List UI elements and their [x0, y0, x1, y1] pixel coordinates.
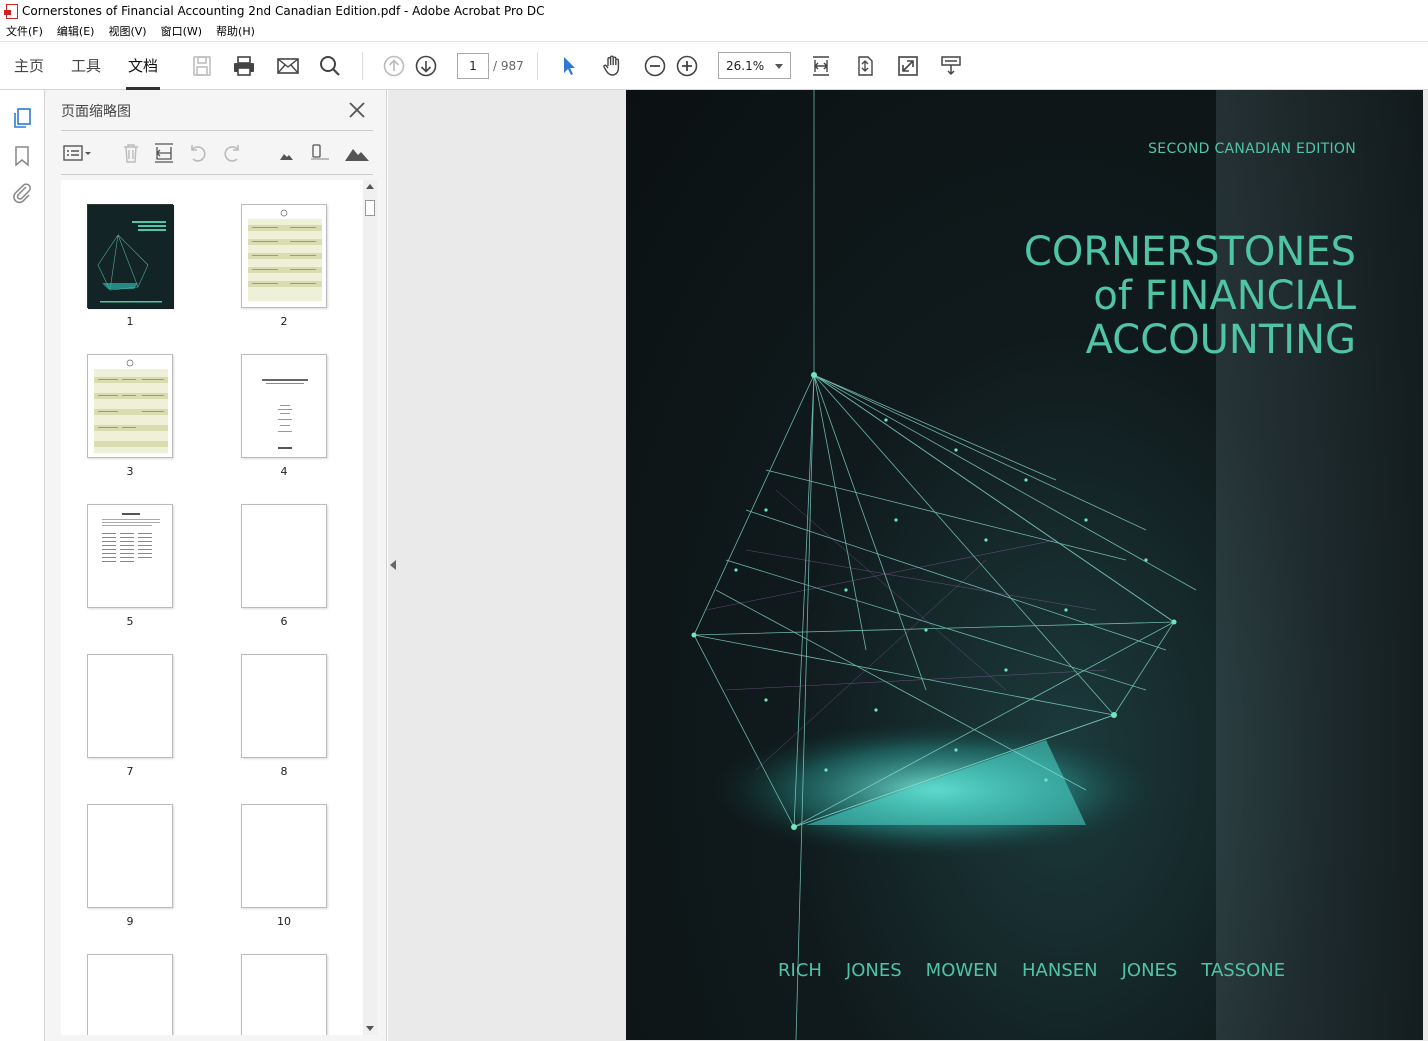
- search-icon[interactable]: [318, 54, 342, 78]
- cover-author: MOWEN: [925, 960, 999, 981]
- page-thumbnail[interactable]: [241, 954, 327, 1035]
- full-screen-icon[interactable]: [896, 54, 920, 78]
- delete-icon[interactable]: [119, 142, 143, 164]
- window-title: Cornerstones of Financial Accounting 2nd…: [22, 3, 545, 18]
- thumbnail-page-number: 8: [280, 765, 288, 778]
- menu-window[interactable]: 窗口(W): [161, 23, 202, 39]
- zoom-out-icon[interactable]: [643, 54, 667, 78]
- large-thumbnails-icon[interactable]: [343, 142, 371, 164]
- thumbnail-page-number: 10: [277, 915, 291, 928]
- navigation-rail: [0, 90, 45, 1041]
- save-icon[interactable]: [190, 54, 214, 78]
- thumbnail-page-number: 5: [126, 615, 134, 628]
- main-toolbar: 主页 工具 文档: [0, 42, 1428, 90]
- zoom-select[interactable]: 26.1%: [718, 52, 791, 79]
- close-icon[interactable]: [347, 100, 367, 120]
- thumbnail-scrollbar[interactable]: [363, 180, 377, 1035]
- menu-help[interactable]: 帮助(H): [216, 23, 255, 39]
- menu-view[interactable]: 视图(V): [108, 23, 146, 39]
- thumbnail-page-number: 9: [126, 915, 134, 928]
- menu-bar: 文件(F) 编辑(E) 视图(V) 窗口(W) 帮助(H): [0, 21, 1428, 42]
- thumbnails-panel: 页面缩略图 1 2 3 4 5 6 7 8 9 10: [45, 90, 387, 1041]
- scroll-down-icon[interactable]: [366, 1026, 374, 1031]
- pdf-file-icon: [4, 3, 18, 19]
- page-thumbnail[interactable]: [87, 504, 173, 608]
- fit-page-icon[interactable]: [853, 54, 877, 78]
- title-bar: Cornerstones of Financial Accounting 2nd…: [0, 0, 1428, 21]
- thumbnail-page-number: 7: [126, 765, 134, 778]
- page-thumbnail[interactable]: [87, 204, 174, 309]
- cover-author: HANSEN: [1022, 960, 1098, 981]
- page-thumbnails-icon[interactable]: [10, 106, 34, 130]
- page-thumbnail[interactable]: [241, 654, 327, 758]
- collapse-panel-icon[interactable]: [390, 560, 396, 570]
- attachment-icon[interactable]: [10, 180, 34, 204]
- separator: [362, 52, 363, 80]
- rotate-clockwise-icon[interactable]: [220, 142, 244, 164]
- page-thumbnail[interactable]: [241, 504, 327, 608]
- page-total: / 987: [493, 59, 524, 73]
- thumbnail-page-number: 3: [126, 465, 134, 478]
- cover-author: RICH: [778, 960, 822, 981]
- page-number-input[interactable]: 1: [457, 53, 489, 79]
- thumbnail-page-number: 2: [280, 315, 288, 328]
- print-icon[interactable]: [232, 54, 256, 78]
- menu-file[interactable]: 文件(F): [6, 23, 43, 39]
- tab-home[interactable]: 主页: [14, 42, 44, 90]
- zoom-in-icon[interactable]: [675, 54, 699, 78]
- bookmark-icon[interactable]: [10, 144, 34, 168]
- rotate-counterclockwise-icon[interactable]: [186, 142, 210, 164]
- scrollbar-thumb[interactable]: [365, 200, 375, 216]
- separator: [537, 52, 538, 80]
- select-cursor-icon[interactable]: [557, 54, 581, 78]
- scroll-up-icon[interactable]: [366, 184, 374, 189]
- pdf-page-cover: SECOND CANADIAN EDITION CORNERSTONES of …: [626, 90, 1423, 1040]
- thumbnail-page-number: 6: [280, 615, 288, 628]
- menu-edit[interactable]: 编辑(E): [57, 23, 95, 39]
- fit-width-icon[interactable]: [809, 54, 833, 78]
- tab-document[interactable]: 文档: [125, 42, 161, 90]
- cover-title-line-2: of FINANCIAL: [1093, 273, 1356, 319]
- page-thumbnail[interactable]: [241, 804, 327, 908]
- cover-author: JONES: [845, 960, 902, 981]
- cover-author: TASSONE: [1201, 960, 1286, 981]
- cover-authors: RICH JONES MOWEN HANSEN JONES TASSONE: [778, 960, 1309, 981]
- divider: [61, 174, 373, 175]
- thumbnail-list[interactable]: 1 2 3 4 5 6 7 8 9 10: [61, 180, 363, 1035]
- thumbnail-size-slider[interactable]: [308, 142, 332, 164]
- cover-title-line-3: ACCOUNTING: [1085, 317, 1356, 363]
- thumbnail-page-number: 1: [126, 315, 134, 328]
- page-thumbnail[interactable]: [87, 804, 173, 908]
- next-page-icon[interactable]: [414, 54, 438, 78]
- page-thumbnail[interactable]: [87, 354, 173, 458]
- page-thumbnail[interactable]: [87, 654, 173, 758]
- email-icon[interactable]: [276, 54, 300, 78]
- page-thumbnail[interactable]: [87, 954, 173, 1035]
- cover-edition: SECOND CANADIAN EDITION: [1148, 141, 1356, 157]
- options-menu-icon[interactable]: [63, 142, 95, 164]
- page-thumbnail[interactable]: [241, 204, 327, 308]
- read-mode-icon[interactable]: [939, 54, 963, 78]
- divider: [61, 130, 373, 131]
- small-thumbnails-icon[interactable]: [274, 142, 298, 164]
- zoom-value: 26.1%: [726, 59, 765, 73]
- panel-title: 页面缩略图: [61, 104, 131, 120]
- insert-page-icon[interactable]: [152, 142, 176, 164]
- cover-title-line-1: CORNERSTONES: [1023, 229, 1356, 275]
- hand-tool-icon[interactable]: [600, 54, 624, 78]
- tab-tools[interactable]: 工具: [71, 42, 101, 90]
- cover-author: JONES: [1121, 960, 1178, 981]
- page-thumbnail[interactable]: [241, 354, 327, 458]
- thumbnail-page-number: 4: [280, 465, 288, 478]
- chevron-down-icon[interactable]: [775, 64, 783, 69]
- previous-page-icon[interactable]: [382, 54, 406, 78]
